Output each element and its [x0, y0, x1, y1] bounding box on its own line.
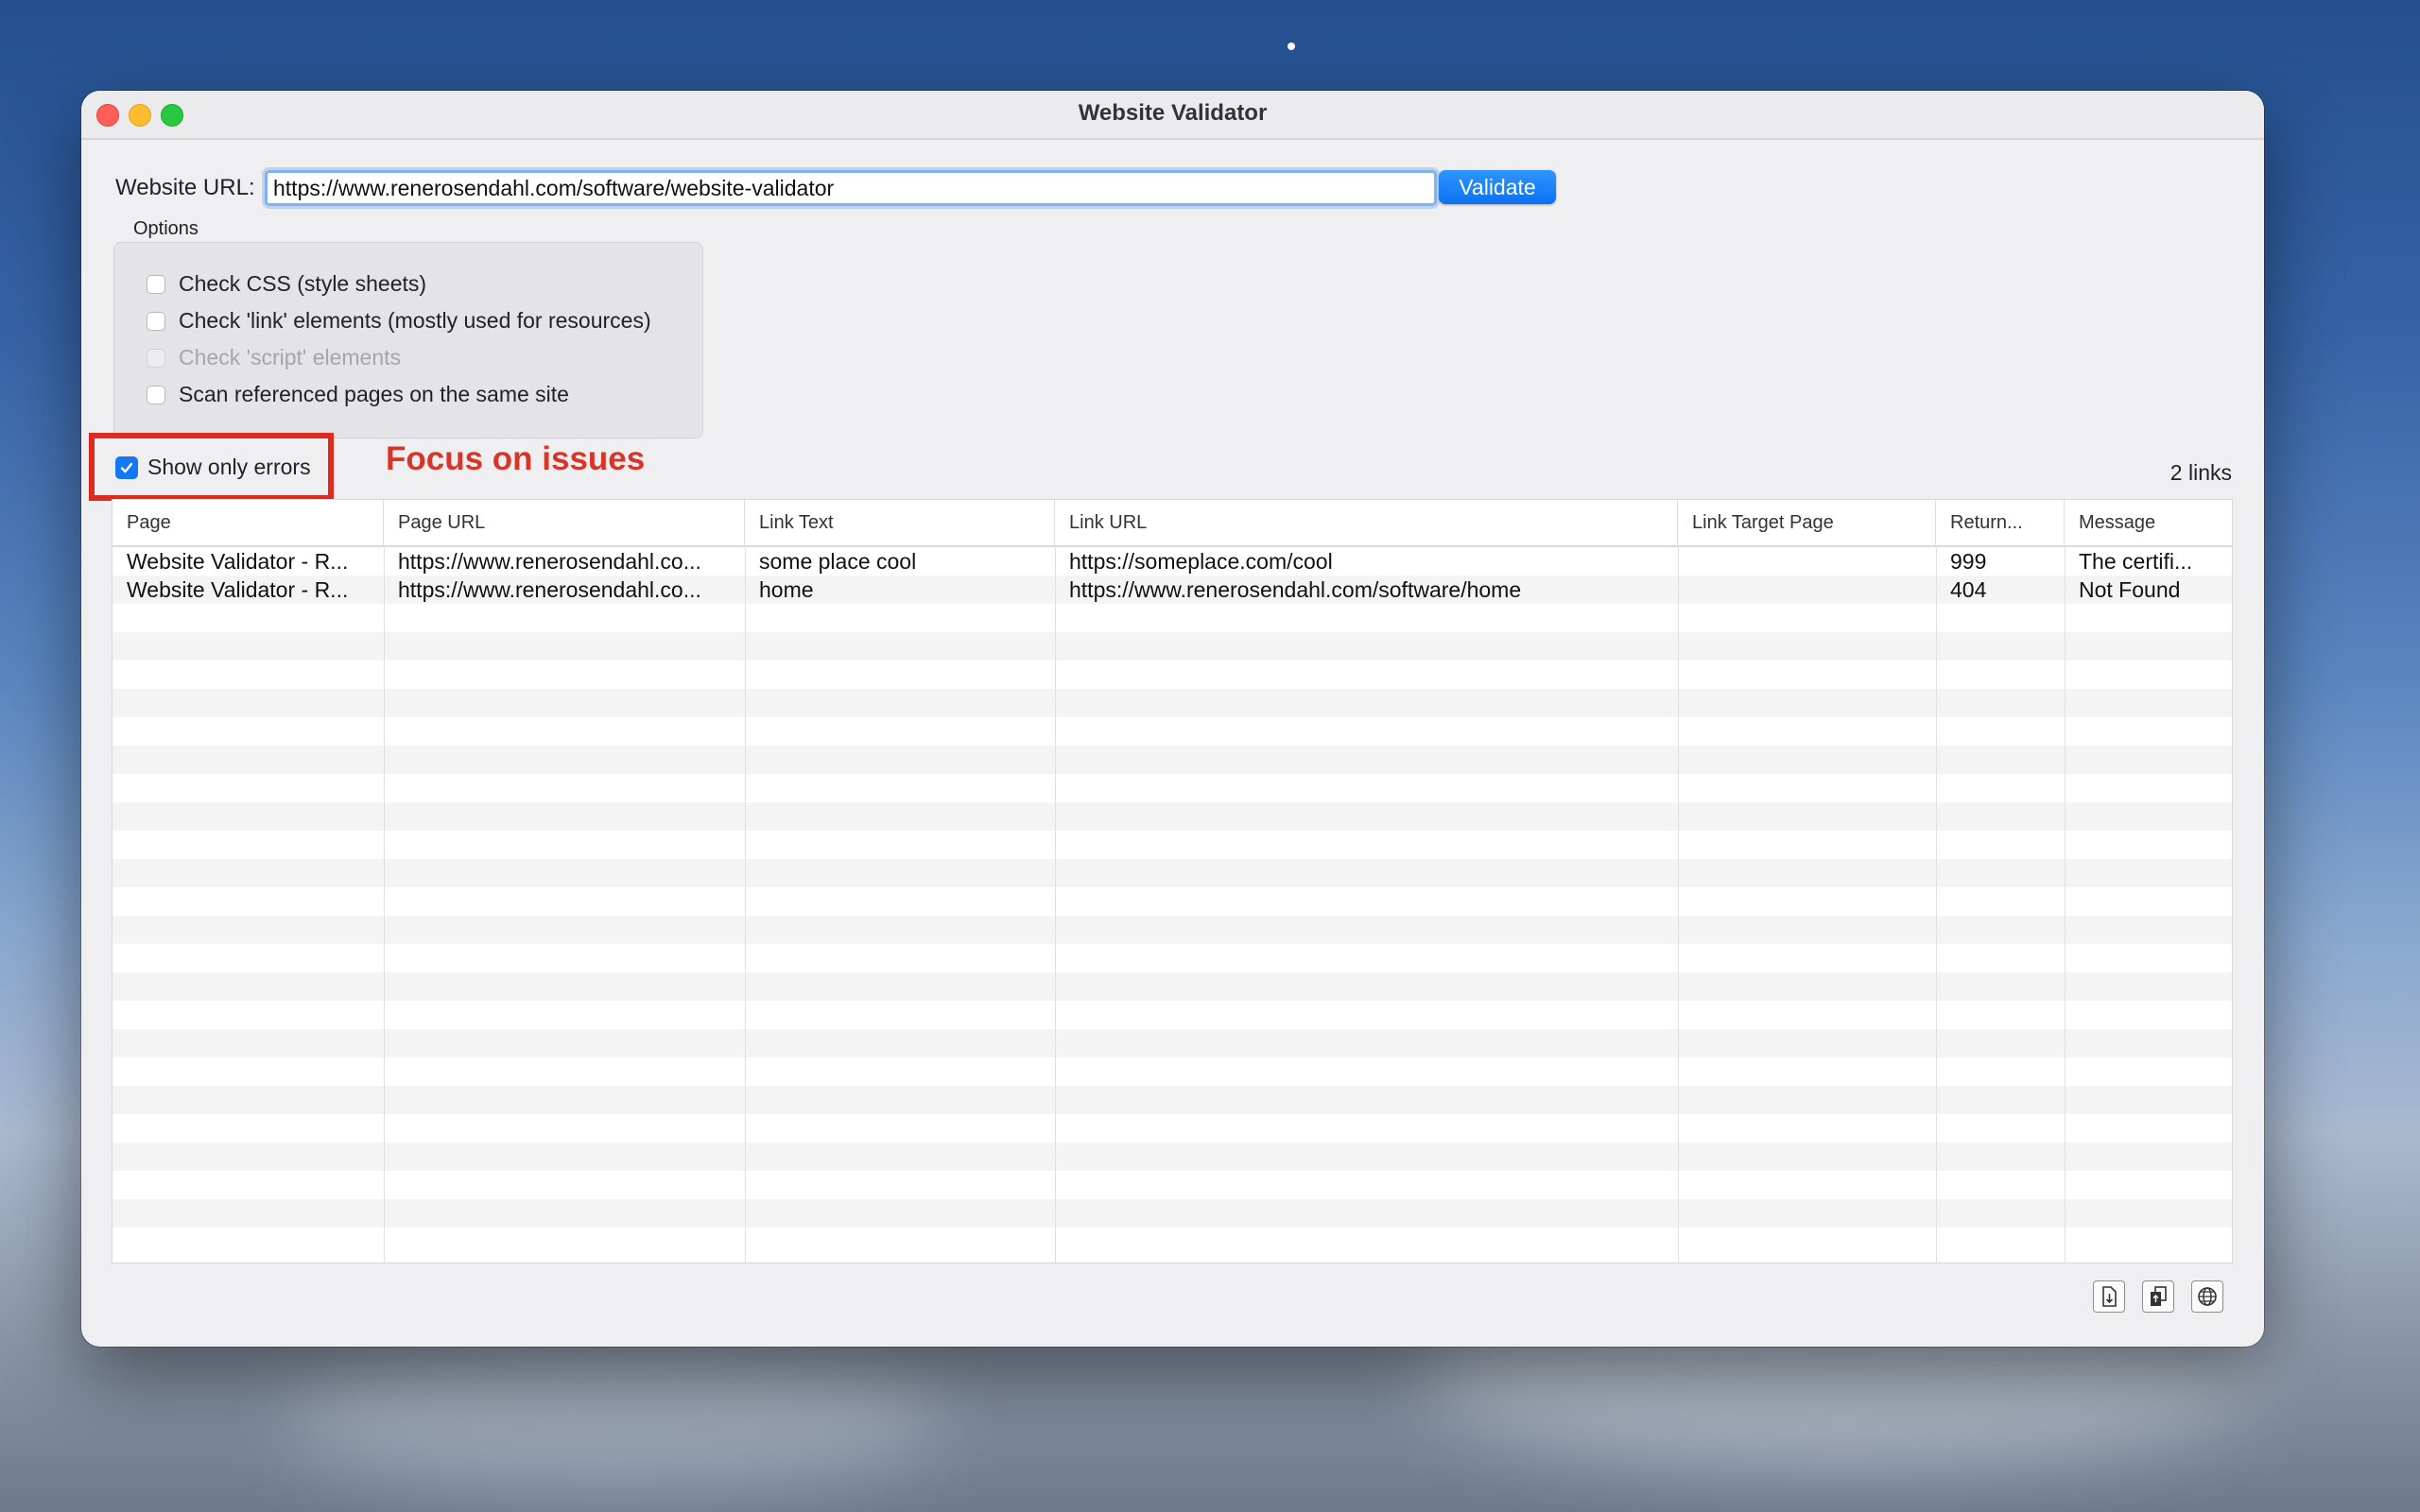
annotation-highlight-box — [89, 433, 334, 501]
column-header-link-text[interactable]: Link Text — [745, 500, 1055, 545]
option-label: Check 'link' elements (mostly used for r… — [179, 308, 651, 333]
app-window: Website Validator Website URL: Validate … — [81, 91, 2264, 1347]
option-check-css[interactable]: Check CSS (style sheets) — [147, 271, 426, 297]
options-label: Options — [133, 218, 199, 239]
column-header-page-url[interactable]: Page URL — [384, 500, 745, 545]
option-check-link-elements[interactable]: Check 'link' elements (mostly used for r… — [147, 308, 651, 334]
cell-return-code: 404 — [1950, 577, 1987, 602]
empty-table-row — [112, 717, 2232, 746]
column-divider — [1936, 545, 1937, 1263]
cell-link-url: https://someplace.com/cool — [1069, 549, 1333, 574]
empty-table-row — [112, 1228, 2232, 1256]
cell-page: Website Validator - R... — [127, 577, 349, 602]
results-table: Page Page URL Link Text Link URL Link Ta… — [112, 499, 2233, 1263]
empty-table-row — [112, 802, 2232, 831]
checkbox[interactable] — [147, 385, 165, 404]
link-count: 2 links — [2169, 460, 2232, 485]
checkbox — [147, 348, 165, 368]
option-check-script-elements: Check 'script' elements — [147, 345, 401, 370]
globe-icon — [2198, 1287, 2217, 1306]
column-header-message[interactable]: Message — [2065, 500, 2232, 545]
column-header-return-code[interactable]: Return... — [1936, 500, 2065, 545]
column-header-link-url[interactable]: Link URL — [1055, 500, 1678, 545]
cell-page: Website Validator - R... — [127, 549, 349, 574]
validate-button[interactable]: Validate — [1439, 170, 1556, 204]
empty-table-row — [112, 1086, 2232, 1114]
cell-link-text: some place cool — [759, 549, 917, 574]
column-divider — [2065, 545, 2066, 1263]
option-scan-referenced-pages[interactable]: Scan referenced pages on the same site — [147, 382, 569, 407]
cell-link-url: https://www.renerosendahl.com/software/h… — [1069, 577, 1522, 602]
table-row[interactable]: Website Validator - R... https://www.rene… — [112, 547, 2232, 576]
cell-link-target-page — [1678, 547, 1936, 576]
window-title: Website Validator — [1078, 100, 1268, 126]
empty-table-row — [112, 972, 2232, 1001]
empty-table-row — [112, 1057, 2232, 1086]
option-label: Check 'script' elements — [179, 345, 402, 369]
column-header-link-target-page[interactable]: Link Target Page — [1678, 500, 1936, 545]
website-url-input[interactable] — [265, 170, 1437, 206]
empty-table-row — [112, 1029, 2232, 1057]
empty-table-row — [112, 689, 2232, 717]
copy-document-icon — [2151, 1286, 2167, 1306]
background-star — [1288, 43, 1295, 50]
checkbox[interactable] — [147, 311, 165, 331]
empty-table-row — [112, 1001, 2232, 1029]
empty-table-row — [112, 604, 2232, 632]
export-button[interactable] — [2093, 1280, 2125, 1313]
copy-button[interactable] — [2142, 1280, 2174, 1313]
column-divider — [1678, 545, 1679, 1263]
annotation-text: Focus on issues — [386, 440, 646, 477]
empty-table-row — [112, 944, 2232, 972]
empty-table-row — [112, 887, 2232, 916]
empty-table-row — [112, 746, 2232, 774]
option-label: Check CSS (style sheets) — [179, 271, 427, 296]
cell-return-code: 999 — [1950, 549, 1987, 574]
table-row[interactable]: Website Validator - R... https://www.rene… — [112, 576, 2232, 604]
website-url-label: Website URL: — [115, 175, 255, 200]
cell-link-text: home — [759, 577, 814, 602]
option-label: Scan referenced pages on the same site — [179, 382, 569, 406]
column-header-page[interactable]: Page — [112, 500, 384, 545]
column-divider — [1055, 545, 1056, 1263]
cell-page-url: https://www.renerosendahl.co... — [398, 577, 701, 602]
empty-table-row — [112, 916, 2232, 944]
empty-table-row — [112, 632, 2232, 661]
cell-message: Not Found — [2079, 577, 2181, 602]
empty-table-row — [112, 1114, 2232, 1143]
title-bar: Website Validator — [81, 91, 2264, 140]
empty-table-row — [112, 1143, 2232, 1171]
column-divider — [384, 545, 385, 1263]
options-group: Check CSS (style sheets) Check 'link' el… — [113, 242, 703, 438]
column-divider — [745, 545, 746, 1263]
empty-table-row — [112, 859, 2232, 887]
empty-table-row — [112, 1171, 2232, 1199]
export-document-icon — [2102, 1286, 2117, 1307]
checkbox[interactable] — [147, 274, 165, 294]
table-header: Page Page URL Link Text Link URL Link Ta… — [112, 500, 2232, 547]
empty-table-row — [112, 661, 2232, 689]
background-cloud — [284, 1342, 945, 1493]
empty-table-row — [112, 1199, 2232, 1228]
cell-link-target-page — [1678, 576, 1936, 604]
cell-message: The certifi... — [2079, 549, 2193, 574]
open-in-browser-button[interactable] — [2191, 1280, 2223, 1313]
empty-table-row — [112, 831, 2232, 859]
empty-table-row — [112, 774, 2232, 802]
cell-page-url: https://www.renerosendahl.co... — [398, 549, 701, 574]
